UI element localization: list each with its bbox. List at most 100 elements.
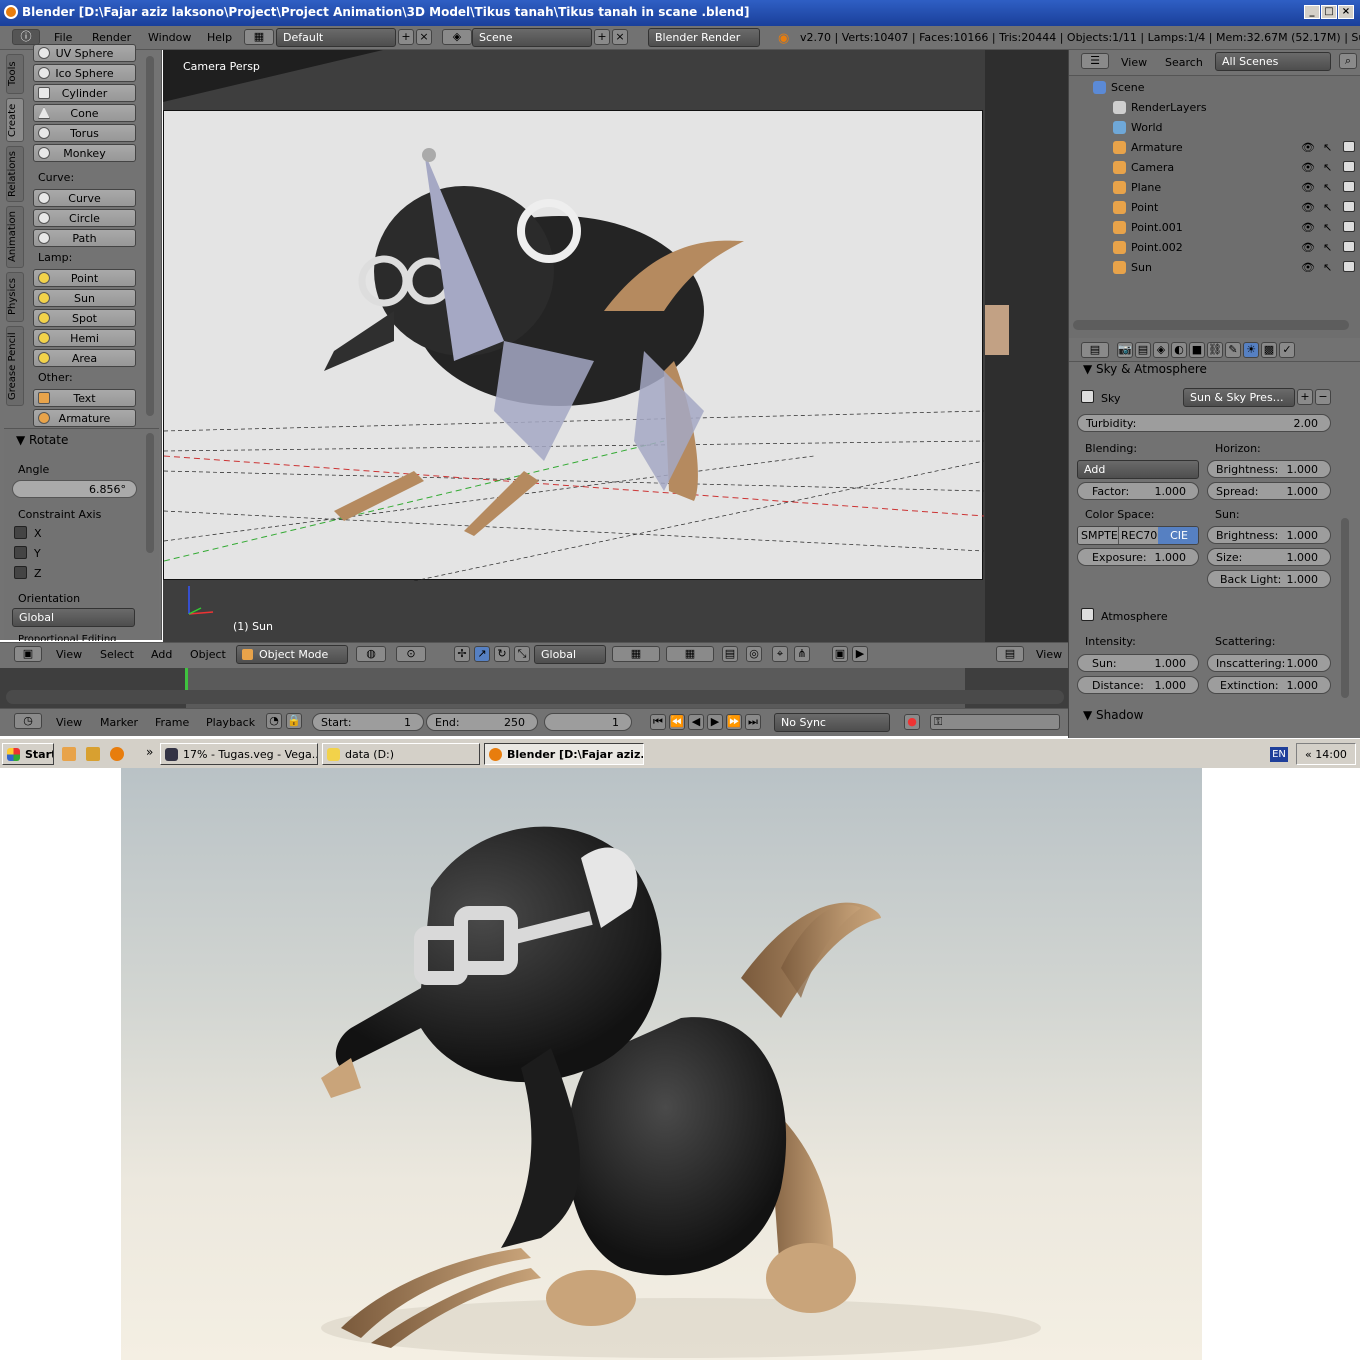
start-button[interactable]: Start	[2, 743, 54, 765]
renderability-camera-icon[interactable]	[1343, 161, 1355, 172]
renderability-camera-icon[interactable]	[1343, 201, 1355, 212]
properties-scrollbar[interactable]	[1341, 518, 1349, 698]
selectability-cursor-icon[interactable]: ↖	[1323, 181, 1332, 194]
add-text-button[interactable]: Text	[33, 389, 136, 407]
task-explorer[interactable]: data (D:)	[322, 743, 480, 765]
shading-icon[interactable]: ◍	[356, 646, 386, 662]
horizon-brightness-field[interactable]: Brightness: 1.000	[1207, 460, 1331, 478]
axis-z-checkbox[interactable]	[14, 566, 27, 579]
outliner-row-plane[interactable]: Plane 👁 ↖	[1069, 178, 1360, 198]
constraints-tab-icon[interactable]: ⛓	[1207, 342, 1223, 358]
outliner-row-point[interactable]: Point 👁 ↖	[1069, 198, 1360, 218]
transform-orientation-dropdown[interactable]: Global	[534, 645, 606, 664]
mode-dropdown[interactable]: Object Mode	[236, 645, 348, 664]
turbidity-field[interactable]: Turbidity: 2.00	[1077, 414, 1331, 432]
properties-editor-icon[interactable]: ▤	[1081, 342, 1109, 358]
add-area-lamp-button[interactable]: Area	[33, 349, 136, 367]
operator-scrollbar[interactable]	[146, 433, 154, 553]
tab-tools[interactable]: Tools	[6, 54, 24, 94]
scene-dropdown[interactable]: Scene	[472, 28, 592, 47]
tool-shelf-scrollbar[interactable]	[146, 56, 154, 416]
timeline-menu-view[interactable]: View	[56, 716, 82, 729]
outliner-row-sun[interactable]: Sun 👁 ↖	[1069, 258, 1360, 278]
visibility-eye-icon[interactable]: 👁	[1301, 241, 1315, 254]
play-reverse-icon[interactable]: ◀	[688, 714, 704, 730]
add-torus-button[interactable]: Torus	[33, 124, 136, 142]
menu-file[interactable]: File	[54, 31, 72, 44]
outliner-row-point-002[interactable]: Point.002 👁 ↖	[1069, 238, 1360, 258]
selectability-cursor-icon[interactable]: ↖	[1323, 201, 1332, 214]
renderability-camera-icon[interactable]	[1343, 141, 1355, 152]
menu-view[interactable]: View	[56, 648, 82, 661]
sky-checkbox[interactable]	[1081, 390, 1094, 403]
opengl-anim-icon[interactable]: ▶	[852, 646, 868, 662]
visibility-eye-icon[interactable]: 👁	[1301, 201, 1315, 214]
tray-clock[interactable]: « 14:00	[1296, 743, 1356, 765]
add-point-lamp-button[interactable]: Point	[33, 269, 136, 287]
visibility-eye-icon[interactable]: 👁	[1301, 221, 1315, 234]
next-keyframe-icon[interactable]: ⏩	[726, 714, 742, 730]
tab-physics[interactable]: Physics	[6, 272, 24, 322]
data-tab-icon[interactable]: ✎	[1225, 342, 1241, 358]
menu-select[interactable]: Select	[100, 648, 134, 661]
prev-keyframe-icon[interactable]: ⏪	[669, 714, 685, 730]
menu-window[interactable]: Window	[148, 31, 191, 44]
outliner-editor-icon[interactable]: ☰	[1081, 53, 1109, 69]
add-circle-button[interactable]: Circle	[33, 209, 136, 227]
outliner-row-scene[interactable]: Scene	[1069, 78, 1360, 98]
timeline-menu-playback[interactable]: Playback	[206, 716, 255, 729]
outliner-row-renderlayers[interactable]: RenderLayers	[1069, 98, 1360, 118]
outliner-menu-view[interactable]: View	[1121, 56, 1147, 69]
task-blender[interactable]: Blender [D:\Fajar aziz...	[484, 743, 644, 765]
scene-tab-icon[interactable]: ◈	[1153, 342, 1169, 358]
add-monkey-button[interactable]: Monkey	[33, 144, 136, 162]
atmosphere-checkbox[interactable]	[1081, 608, 1094, 621]
taskbar-chevron[interactable]: »	[146, 745, 153, 759]
menu-object[interactable]: Object	[190, 648, 226, 661]
minimize-button[interactable]: _	[1304, 5, 1320, 19]
renderability-camera-icon[interactable]	[1343, 181, 1355, 192]
add-scene-icon[interactable]: +	[594, 29, 610, 45]
rotate-icon[interactable]: ↻	[494, 646, 510, 662]
outliner-row-world[interactable]: World	[1069, 118, 1360, 138]
texture-tab-icon[interactable]: ▩	[1261, 342, 1277, 358]
selectability-cursor-icon[interactable]: ↖	[1323, 161, 1332, 174]
close-button[interactable]: ×	[1338, 5, 1354, 19]
physics-tab-icon[interactable]: ✓	[1279, 342, 1295, 358]
outliner-filter-dropdown[interactable]: All Scenes	[1215, 52, 1331, 71]
opengl-render-icon[interactable]: ▣	[832, 646, 848, 662]
remove-scene-icon[interactable]: ×	[612, 29, 628, 45]
lamp-tab-icon[interactable]: ☀	[1243, 342, 1259, 358]
axis-y-checkbox[interactable]	[14, 546, 27, 559]
menu-render[interactable]: Render	[92, 31, 131, 44]
layout-dropdown[interactable]: Default	[276, 28, 396, 47]
render-engine-dropdown[interactable]: Blender Render	[648, 28, 760, 47]
remove-preset-icon[interactable]: −	[1315, 389, 1331, 405]
play-icon[interactable]: ▶	[707, 714, 723, 730]
selectability-cursor-icon[interactable]: ↖	[1323, 241, 1332, 254]
sun-brightness-field[interactable]: Brightness: 1.000	[1207, 526, 1331, 544]
menu-add[interactable]: Add	[151, 648, 172, 661]
snap-icon[interactable]: ⌖	[772, 646, 788, 662]
preview-range-icon[interactable]: ◔	[266, 713, 282, 729]
colorspace-cie[interactable]: CIE	[1158, 527, 1198, 544]
quicklaunch-blender-icon[interactable]	[110, 747, 124, 761]
layers-2-icon[interactable]: ▦	[666, 646, 714, 662]
manipulator-icon[interactable]: ✢	[454, 646, 470, 662]
pivot-icon[interactable]: ⊙	[396, 646, 426, 662]
jump-end-icon[interactable]: ⏭	[745, 714, 761, 730]
add-armature-button[interactable]: Armature	[33, 409, 136, 427]
quicklaunch-2-icon[interactable]	[86, 747, 100, 761]
visibility-eye-icon[interactable]: 👁	[1301, 141, 1315, 154]
editor-type-icon[interactable]: ▣	[14, 646, 42, 662]
current-frame-field[interactable]: 1	[544, 713, 632, 731]
layout-grid-icon[interactable]: ▦	[244, 29, 274, 45]
proportional-icon[interactable]: ◎	[746, 646, 762, 662]
sky-atmosphere-panel-title[interactable]: ▼ Sky & Atmosphere	[1083, 362, 1207, 376]
menu-help[interactable]: Help	[207, 31, 232, 44]
right-menu-view[interactable]: View	[1036, 648, 1062, 661]
back-light-field[interactable]: Back Light: 1.000	[1207, 570, 1331, 588]
layers-icon[interactable]: ▦	[612, 646, 660, 662]
operator-title[interactable]: ▼ Rotate	[16, 433, 68, 447]
add-curve-button[interactable]: Curve	[33, 189, 136, 207]
